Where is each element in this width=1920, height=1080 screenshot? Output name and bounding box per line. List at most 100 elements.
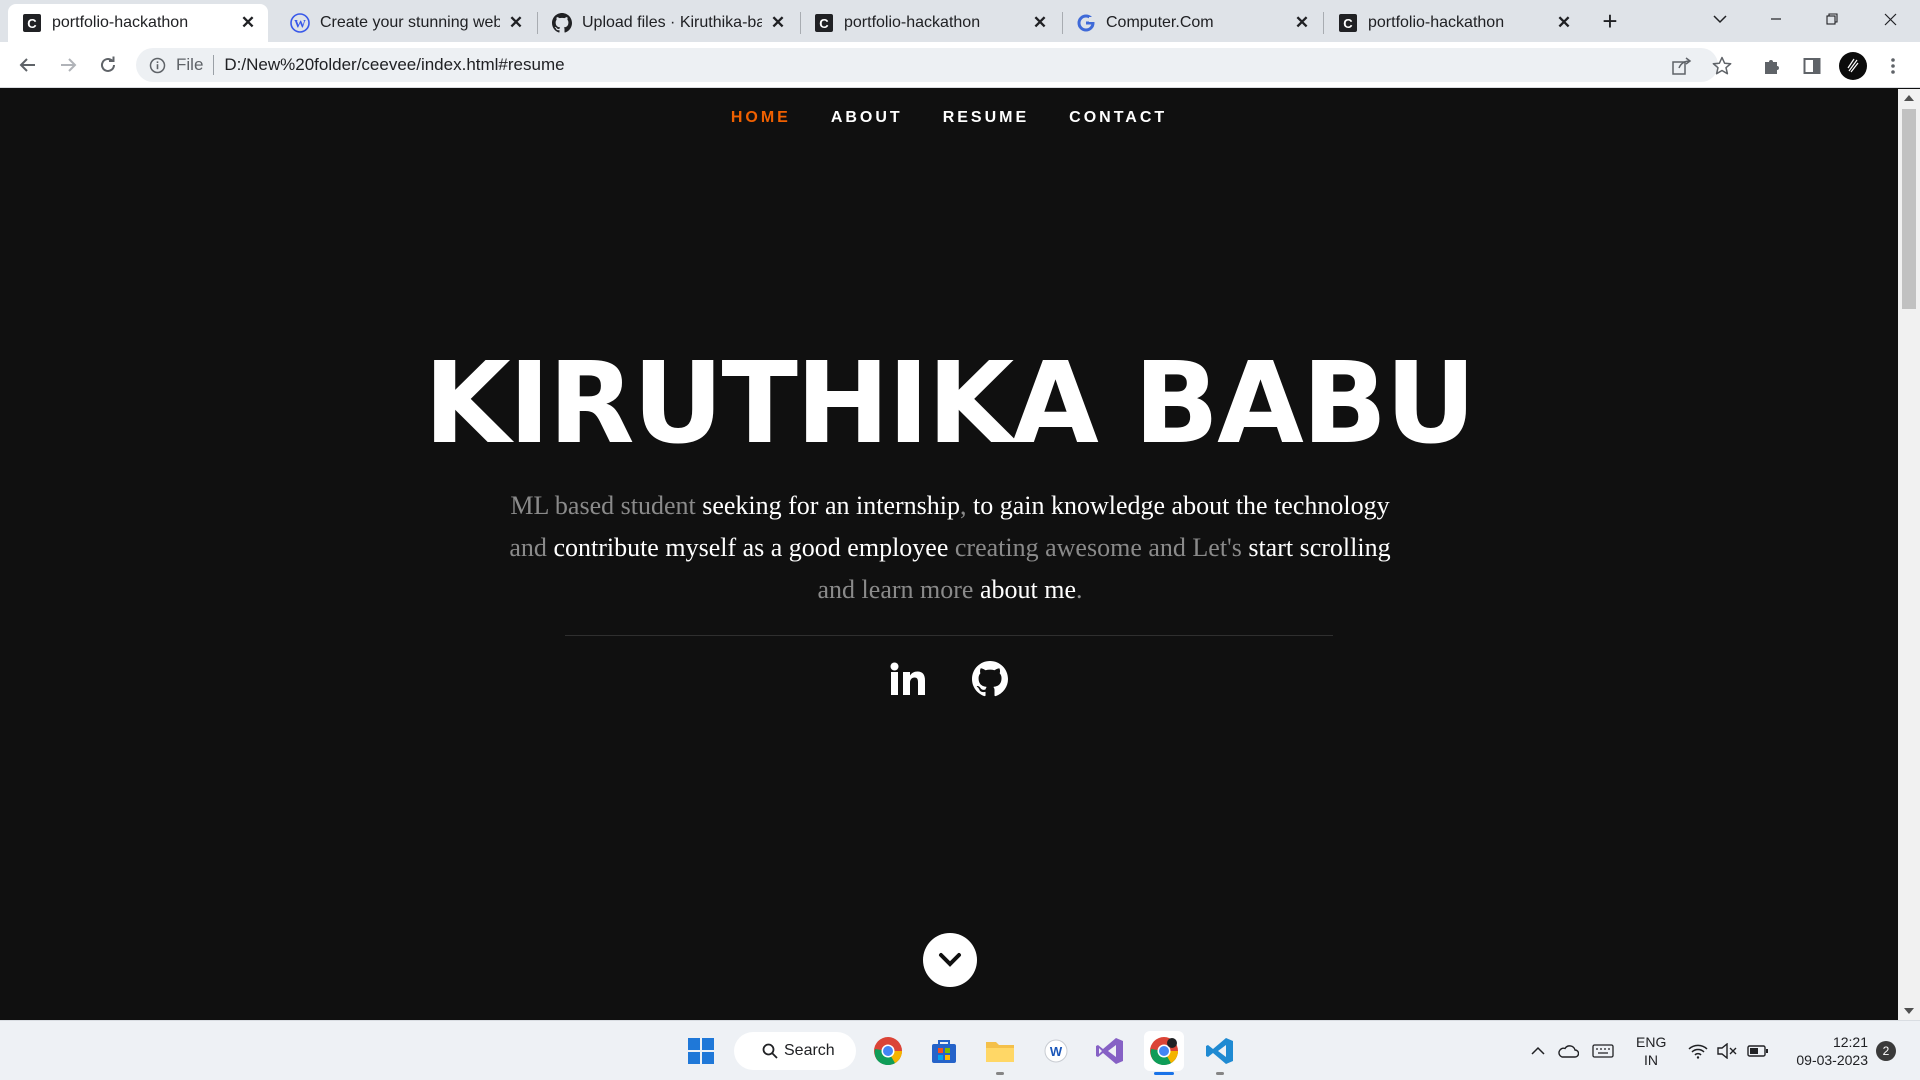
tab-title: Create your stunning websi: [320, 14, 500, 31]
intro-text: ,: [959, 491, 973, 520]
close-window-button[interactable]: [1862, 0, 1918, 38]
github-icon[interactable]: [970, 659, 1010, 699]
back-arrow-icon: [19, 58, 35, 72]
reload-button[interactable]: [92, 49, 124, 81]
search-icon: [762, 1043, 778, 1059]
intro-text: ML based student: [510, 491, 703, 520]
taskbar-file-explorer[interactable]: [980, 1031, 1020, 1075]
svg-text:C: C: [819, 16, 829, 31]
scroll-down-arrow-icon[interactable]: [1904, 1008, 1914, 1014]
page-viewport: Home About Resume Contact KIRUTHIKA BABU…: [0, 89, 1898, 1020]
nav-link-resume[interactable]: Resume: [943, 109, 1029, 127]
browser-tab[interactable]: C portfolio-hackathon ✕: [800, 4, 1060, 42]
g-letter-icon: [1076, 13, 1096, 33]
restore-icon: [1826, 13, 1838, 25]
browser-tab[interactable]: Computer.Com ✕: [1062, 4, 1322, 42]
nav-link-home[interactable]: Home: [731, 109, 791, 127]
close-tab-icon[interactable]: ✕: [768, 13, 788, 33]
keyboard-icon[interactable]: [1591, 1039, 1615, 1063]
nav-link-contact[interactable]: Contact: [1069, 109, 1167, 127]
browser-tab[interactable]: Upload files · Kiruthika-bab ✕: [538, 4, 798, 42]
hero-name: KIRUTHIKA BABU: [423, 339, 1476, 469]
forward-button[interactable]: [52, 49, 84, 81]
show-hidden-icons-chevron-icon[interactable]: [1526, 1039, 1550, 1063]
taskbar-app[interactable]: W: [1036, 1031, 1076, 1071]
tab-title: Computer.Com: [1106, 14, 1214, 31]
scrollbar-thumb[interactable]: [1902, 109, 1916, 309]
running-indicator: [1154, 1072, 1174, 1075]
intro-highlight: contribute myself as a good employee: [553, 533, 949, 562]
visual-studio-icon: [1096, 1038, 1123, 1064]
minimize-icon: [1771, 18, 1781, 20]
windows-logo-icon: [688, 1038, 714, 1064]
new-tab-button[interactable]: +: [1594, 5, 1626, 37]
close-tab-icon[interactable]: ✕: [1554, 13, 1574, 33]
browser-tab[interactable]: C portfolio-hackathon ✕: [8, 4, 268, 42]
page-scrollbar[interactable]: [1898, 89, 1920, 1020]
c-letter-icon: C: [814, 13, 834, 33]
system-clock[interactable]: 12:21 09-03-2023: [1778, 1033, 1868, 1069]
clock-time: 12:21: [1832, 1034, 1868, 1050]
intro-highlight: to gain knowledge about the technology: [972, 491, 1390, 520]
kebab-menu-icon[interactable]: [1882, 55, 1904, 77]
taskbar-store[interactable]: [924, 1031, 964, 1071]
extensions-puzzle-icon[interactable]: [1761, 55, 1783, 77]
close-tab-icon[interactable]: ✕: [238, 13, 258, 33]
address-bar[interactable]: File D:/New%20folder/ceevee/index.html#r…: [136, 48, 1718, 82]
microsoft-store-icon: [932, 1040, 956, 1063]
share-icon[interactable]: [1672, 56, 1692, 76]
url-text[interactable]: D:/New%20folder/ceevee/index.html#resume: [224, 55, 564, 75]
battery-icon[interactable]: [1746, 1039, 1770, 1063]
tab-title: Upload files · Kiruthika-bab: [582, 14, 762, 31]
taskbar-chrome-active[interactable]: [1144, 1031, 1184, 1075]
vscode-icon: [1206, 1038, 1233, 1064]
taskbar-search[interactable]: Search: [734, 1032, 856, 1070]
browser-tab[interactable]: C portfolio-hackathon ✕: [1324, 4, 1584, 42]
intro-text: .: [1075, 575, 1083, 604]
site-nav: Home About Resume Contact: [0, 109, 1898, 127]
svg-text:C: C: [1343, 16, 1353, 31]
linkedin-icon[interactable]: [888, 659, 928, 699]
c-letter-icon: C: [1338, 13, 1358, 33]
windows-taskbar: Search W ENG IN 12:21 09-03-2023 2: [0, 1020, 1920, 1080]
bookmark-star-icon[interactable]: [1712, 56, 1732, 76]
browser-tab[interactable]: W Create your stunning websi ✕: [276, 4, 536, 42]
taskbar-visual-studio[interactable]: [1090, 1031, 1130, 1071]
back-button[interactable]: [12, 49, 44, 81]
avatar-icon: [1847, 58, 1859, 73]
scroll-up-arrow-icon[interactable]: [1904, 95, 1914, 101]
minimize-button[interactable]: [1748, 0, 1804, 38]
intro-text: creating awesome and Let's: [948, 533, 1249, 562]
close-tab-icon[interactable]: ✕: [1292, 13, 1312, 33]
close-tab-icon[interactable]: ✕: [1030, 13, 1050, 33]
running-indicator: [996, 1072, 1004, 1075]
profile-avatar[interactable]: [1839, 52, 1867, 80]
close-tab-icon[interactable]: ✕: [506, 13, 526, 33]
app-icon: W: [1044, 1039, 1068, 1063]
onedrive-cloud-icon[interactable]: [1556, 1039, 1580, 1063]
scroll-down-button[interactable]: [923, 933, 977, 987]
wifi-icon[interactable]: [1686, 1039, 1710, 1063]
input-language[interactable]: ENG IN: [1636, 1033, 1666, 1069]
side-panel-icon[interactable]: [1801, 55, 1823, 77]
chevron-down-icon: [939, 953, 961, 967]
hero-intro: ML based student seeking for an internsh…: [500, 485, 1400, 611]
taskbar-chrome[interactable]: [868, 1031, 908, 1071]
running-indicator: [1216, 1072, 1224, 1075]
hero-divider: [565, 635, 1333, 636]
wordpress-icon: W: [290, 13, 310, 33]
site-info-icon[interactable]: [148, 56, 166, 74]
tab-title: portfolio-hackathon: [52, 14, 189, 31]
speaker-muted-icon[interactable]: [1715, 1039, 1739, 1063]
notification-badge[interactable]: 2: [1876, 1041, 1896, 1061]
taskbar-vscode[interactable]: [1200, 1031, 1240, 1075]
tab-search-button[interactable]: [1692, 0, 1748, 38]
browser-toolbar: File D:/New%20folder/ceevee/index.html#r…: [0, 42, 1920, 88]
start-button[interactable]: [681, 1031, 721, 1071]
svg-text:C: C: [27, 16, 37, 31]
github-icon: [552, 13, 572, 33]
restore-button[interactable]: [1804, 0, 1860, 38]
nav-link-about[interactable]: About: [831, 109, 903, 127]
svg-text:W: W: [294, 17, 306, 31]
clock-date: 09-03-2023: [1796, 1052, 1868, 1068]
